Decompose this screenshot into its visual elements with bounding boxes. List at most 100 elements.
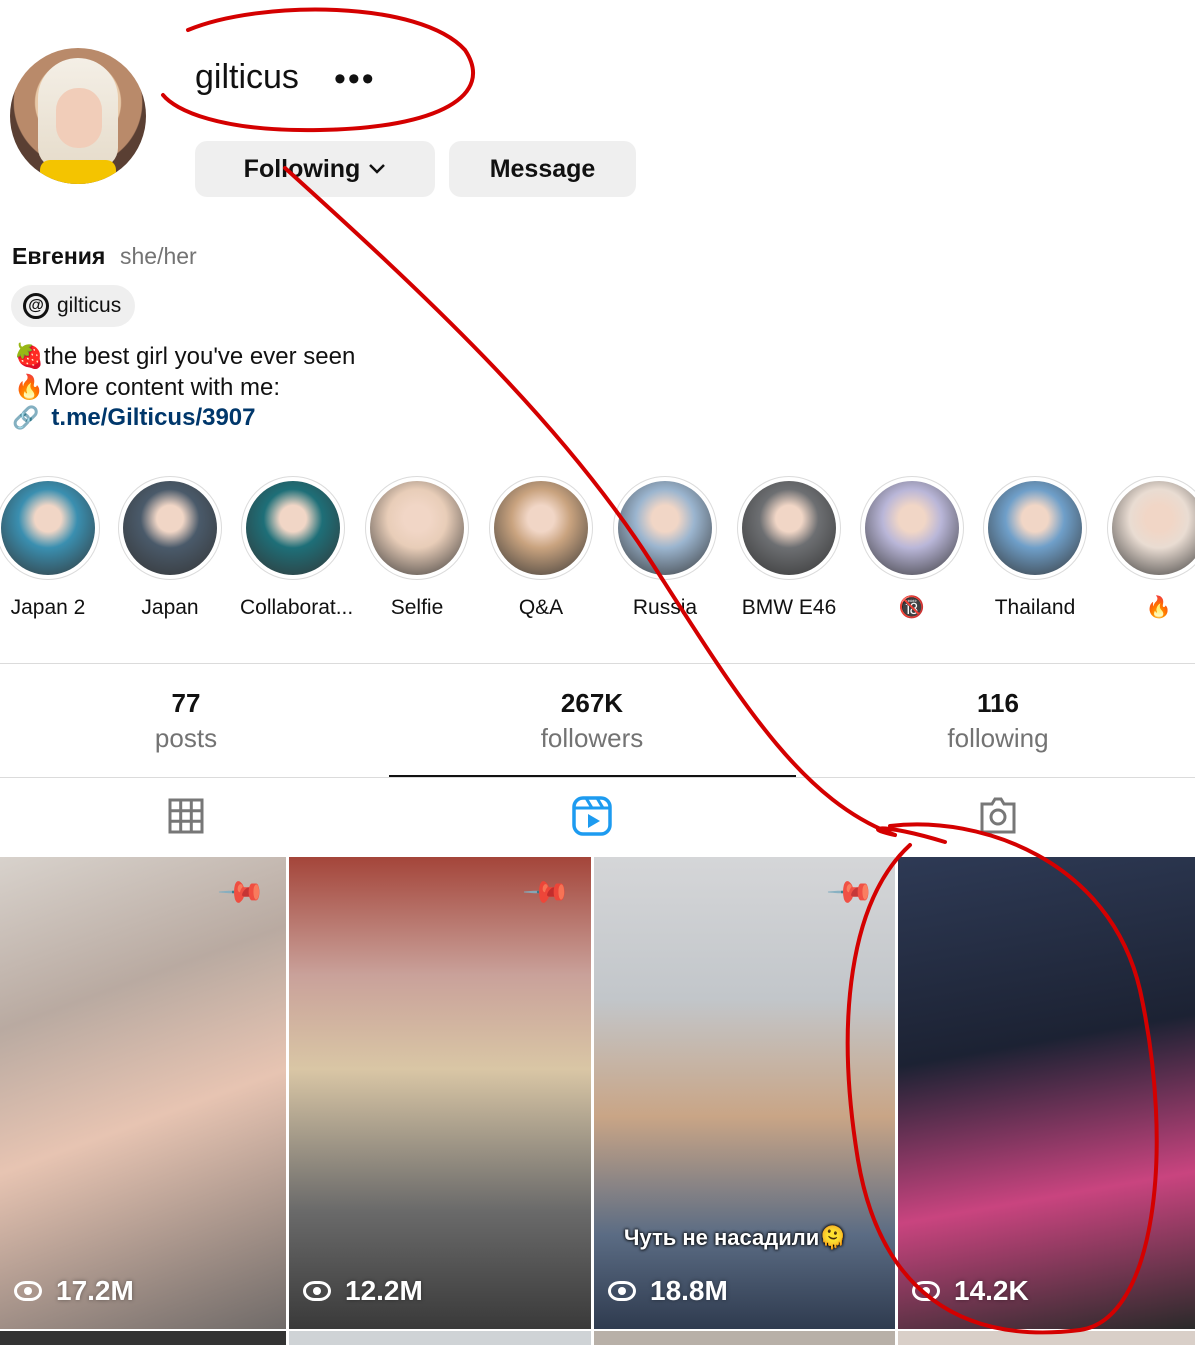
highlight-cover: [618, 481, 712, 575]
reel-views: 17.2M: [14, 1275, 134, 1307]
highlight-ring: [118, 476, 222, 580]
reel-views-count: 14.2K: [954, 1275, 1029, 1306]
highlight-ring: [365, 476, 469, 580]
highlight-label: Japan 2: [10, 596, 86, 619]
pin-icon: 📌: [825, 867, 876, 918]
highlight-item[interactable]: Collaborat...: [240, 476, 354, 620]
highlight-item[interactable]: Selfie: [364, 476, 470, 620]
reel-tile-next-row[interactable]: [0, 1331, 286, 1345]
highlight-label: 🔞: [898, 596, 926, 619]
highlight-ring: [489, 476, 593, 580]
highlight-cover: [370, 481, 464, 575]
divider: [0, 663, 1195, 664]
message-label: Message: [489, 154, 596, 183]
highlight-item[interactable]: Japan 2: [0, 476, 101, 620]
message-button[interactable]: Message: [449, 141, 636, 197]
highlight-item[interactable]: BMW E46: [736, 476, 842, 620]
highlight-item[interactable]: Thailand: [982, 476, 1088, 620]
highlight-label: 🔥: [1145, 596, 1173, 619]
highlight-cover: [494, 481, 588, 575]
highlight-item[interactable]: 🔞: [859, 476, 965, 620]
reel-tile[interactable]: 📌 Чуть не насадили🫠 18.8M: [594, 857, 895, 1329]
posts-label: posts: [154, 723, 218, 753]
threads-link[interactable]: @ gilticus: [11, 285, 135, 327]
avatar-top: [40, 160, 116, 184]
highlight-item[interactable]: Russia: [612, 476, 718, 620]
highlight-cover: [1, 481, 95, 575]
display-name: Евгения: [12, 243, 106, 269]
reel-views: 14.2K: [912, 1275, 1029, 1307]
chevron-down-icon: [369, 164, 386, 174]
tab-tagged[interactable]: [978, 796, 1018, 836]
following-button[interactable]: Following: [195, 141, 435, 197]
highlight-ring: [613, 476, 717, 580]
profile-avatar[interactable]: [10, 48, 146, 184]
reel-tile-next-row[interactable]: [289, 1331, 591, 1345]
followers-label: followers: [540, 723, 644, 753]
bio-link-text: t.me/Gilticus/3907: [51, 404, 256, 431]
highlight-ring: [860, 476, 964, 580]
highlight-cover: [123, 481, 217, 575]
divider: [0, 777, 1195, 778]
stat-posts: 77 posts: [86, 688, 286, 754]
highlight-ring: [0, 476, 100, 580]
highlight-cover: [742, 481, 836, 575]
highlight-label: Russia: [632, 596, 698, 619]
highlight-item[interactable]: Q&A: [488, 476, 594, 620]
highlight-ring: [1107, 476, 1195, 580]
reel-tile[interactable]: 14.2K: [898, 857, 1195, 1329]
bio-line-1: 🍓the best girl you've ever seen: [14, 343, 356, 370]
pin-icon: 📌: [216, 867, 267, 918]
tab-grid[interactable]: [166, 796, 206, 836]
link-icon: 🔗: [12, 405, 40, 430]
pronouns: she/her: [120, 243, 197, 269]
eye-icon: [14, 1281, 42, 1301]
highlight-ring: [737, 476, 841, 580]
following-count-label: following: [947, 723, 1049, 753]
eye-icon: [303, 1281, 331, 1301]
reel-views: 12.2M: [303, 1275, 423, 1307]
following-count: 116: [977, 688, 1019, 718]
grid-icon: [168, 798, 204, 834]
threads-icon: @: [23, 293, 49, 319]
highlight-cover: [865, 481, 959, 575]
pin-icon: 📌: [521, 867, 572, 918]
stat-following[interactable]: 116 following: [898, 688, 1098, 754]
reel-tile-next-row[interactable]: [594, 1331, 895, 1345]
avatar-face: [56, 88, 102, 148]
highlight-label: Selfie: [390, 596, 444, 619]
posts-count: 77: [171, 688, 201, 718]
highlight-label: Q&A: [518, 596, 564, 619]
highlight-item[interactable]: 🔥: [1106, 476, 1195, 620]
reel-views-count: 12.2M: [345, 1275, 423, 1306]
reel-views-count: 17.2M: [56, 1275, 134, 1306]
highlight-ring: [983, 476, 1087, 580]
tab-reels[interactable]: [572, 796, 612, 836]
following-label: Following: [243, 154, 361, 183]
highlight-label: Japan: [141, 596, 199, 619]
followers-count: 267K: [560, 688, 624, 718]
highlight-ring: [241, 476, 345, 580]
bio-link[interactable]: 🔗 t.me/Gilticus/3907: [12, 404, 256, 432]
more-options-icon[interactable]: •••: [334, 60, 376, 99]
eye-icon: [912, 1281, 940, 1301]
reel-tile-next-row[interactable]: [898, 1331, 1195, 1345]
eye-icon: [608, 1281, 636, 1301]
highlight-cover: [988, 481, 1082, 575]
profile-username: gilticus: [195, 58, 299, 96]
highlight-label: Collaborat...: [240, 596, 354, 619]
reels-icon: [572, 796, 612, 836]
highlight-item[interactable]: Japan: [117, 476, 223, 620]
reel-views: 18.8M: [608, 1275, 728, 1307]
bio-line-2: 🔥More content with me:: [14, 374, 280, 401]
highlight-label: Thailand: [994, 596, 1076, 619]
highlight-label: BMW E46: [741, 596, 837, 619]
threads-handle: gilticus: [57, 294, 122, 317]
highlight-cover: [1112, 481, 1195, 575]
stat-followers[interactable]: 267K followers: [492, 688, 692, 754]
reel-tile[interactable]: 📌 12.2M: [289, 857, 591, 1329]
reel-views-count: 18.8M: [650, 1275, 728, 1306]
reel-tile[interactable]: 📌 17.2M: [0, 857, 286, 1329]
tagged-icon: [980, 797, 1016, 834]
reel-caption: Чуть не насадили🫠: [624, 1225, 847, 1250]
